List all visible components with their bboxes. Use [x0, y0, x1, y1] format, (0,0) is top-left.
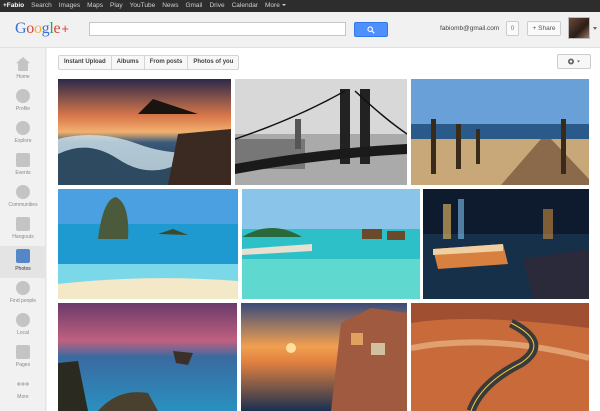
nav-item-events[interactable]: Events	[0, 150, 46, 182]
nav-item-pages[interactable]: Pages	[0, 342, 46, 374]
photo-wooden-pier[interactable]	[411, 79, 589, 185]
nav-item-communities[interactable]: Communities	[0, 182, 46, 214]
nav-label: More	[17, 394, 29, 400]
nav-label: Explore	[14, 138, 32, 144]
nav-item-profile[interactable]: Profile	[0, 86, 46, 118]
notification-count[interactable]: 0	[506, 21, 519, 36]
gbar-item-profile[interactable]: +Fabio	[3, 0, 24, 12]
nav-label: Find people	[9, 298, 37, 304]
nav-label: Pages	[15, 362, 31, 368]
gear-icon	[568, 58, 580, 65]
nav-item-explore[interactable]: Explore	[0, 118, 46, 150]
google-bar: +Fabio Search Images Maps Play YouTube N…	[0, 0, 600, 12]
nav-label: Hangouts	[12, 234, 34, 240]
search-input[interactable]	[89, 22, 346, 36]
nav-label: Photos	[15, 266, 31, 272]
find-people-icon	[16, 281, 30, 295]
photo-desert-winding-road[interactable]	[411, 303, 589, 411]
tab-albums[interactable]: Albums	[112, 56, 145, 69]
search-icon	[367, 25, 375, 34]
nav-label: Home	[16, 74, 30, 80]
chevron-down-icon[interactable]	[593, 27, 597, 30]
photo-tabs: Instant Upload Albums From posts Photos …	[58, 55, 240, 70]
gbar-item-drive[interactable]: Drive	[209, 0, 224, 12]
photo-tropical-rock-island[interactable]	[58, 189, 238, 299]
nav-item-find-people[interactable]: Find people	[0, 278, 46, 310]
nav-item-home[interactable]: Home	[0, 54, 46, 86]
gbar-item-calendar[interactable]: Calendar	[232, 0, 258, 12]
nav-item-local[interactable]: Local	[0, 310, 46, 342]
gbar-item-play[interactable]: Play	[110, 0, 123, 12]
tab-from-posts[interactable]: From posts	[145, 56, 189, 69]
gbar-item-images[interactable]: Images	[59, 0, 80, 12]
main-content: Instant Upload Albums From posts Photos …	[47, 48, 600, 411]
calendar-icon	[16, 153, 30, 167]
camera-icon	[16, 249, 30, 263]
share-button[interactable]: + Share	[527, 21, 561, 36]
settings-button[interactable]	[557, 54, 591, 69]
pages-icon	[16, 345, 30, 359]
gbar-item-gmail[interactable]: Gmail	[185, 0, 202, 12]
gbar-item-search[interactable]: Search	[31, 0, 52, 12]
gbar-item-news[interactable]: News	[162, 0, 178, 12]
avatar[interactable]	[568, 17, 590, 39]
more-dots-icon	[16, 377, 30, 391]
hangouts-icon	[16, 217, 30, 231]
account-email[interactable]: fabiomb@gmail.com	[440, 25, 499, 32]
photo-harbor-night[interactable]	[423, 189, 589, 299]
map-pin-icon	[16, 313, 30, 327]
tab-instant-upload[interactable]: Instant Upload	[59, 56, 112, 69]
home-icon	[16, 57, 30, 71]
nav-label: Local	[17, 330, 29, 336]
nav-label: Events	[15, 170, 31, 176]
photo-seascape-rocks[interactable]	[58, 79, 231, 185]
google-plus-logo[interactable]: Google+	[15, 20, 69, 38]
header: Google+ fabiomb@gmail.com 0 + Share	[0, 12, 600, 48]
nav-item-photos[interactable]: Photos	[0, 246, 46, 278]
gbar-item-more[interactable]: More	[265, 0, 286, 12]
explore-icon	[16, 121, 30, 135]
nav-item-hangouts[interactable]: Hangouts	[0, 214, 46, 246]
nav-item-more[interactable]: More	[0, 374, 46, 406]
gbar-item-youtube[interactable]: YouTube	[130, 0, 156, 12]
photo-rocky-coast-twilight[interactable]	[58, 303, 237, 411]
profile-icon	[16, 89, 30, 103]
photo-manhattan-bridge[interactable]	[235, 79, 407, 185]
left-nav: Home Profile Explore Events Communities …	[0, 48, 46, 411]
communities-icon	[16, 185, 30, 199]
photo-overwater-bungalows[interactable]	[242, 189, 420, 299]
nav-label: Communities	[8, 202, 38, 208]
search-button[interactable]	[354, 22, 388, 37]
google-plus-photos-window: +Fabio Search Images Maps Play YouTube N…	[0, 0, 600, 411]
nav-label: Profile	[15, 106, 31, 112]
gbar-item-maps[interactable]: Maps	[87, 0, 103, 12]
tab-photos-of-you[interactable]: Photos of you	[188, 56, 238, 69]
photo-cliff-village-sunset[interactable]	[241, 303, 407, 411]
